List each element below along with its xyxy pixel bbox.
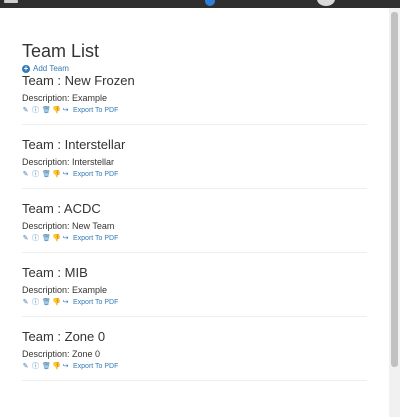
plus-circle-icon: +: [22, 63, 30, 73]
info-icon[interactable]: ⓘ: [32, 235, 39, 242]
team-actions: ✎ ⓘ 🗑 👎 ↪ Export To PDF: [22, 107, 367, 114]
pencil-icon[interactable]: ✎: [22, 107, 29, 114]
top-navbar: [0, 0, 400, 8]
share-icon[interactable]: ↪: [62, 299, 69, 306]
team-item: Team : Zone 0 Description: Zone 0 ✎ ⓘ 🗑 …: [22, 329, 367, 381]
page-title: Team List: [22, 41, 100, 61]
scrollbar-thumb[interactable]: [391, 12, 398, 367]
pencil-icon[interactable]: ✎: [22, 171, 29, 178]
info-icon[interactable]: ⓘ: [32, 171, 39, 178]
trash-icon[interactable]: 🗑: [42, 107, 51, 114]
share-icon[interactable]: ↪: [62, 363, 69, 370]
team-description: Description: Interstellar: [22, 157, 115, 167]
thumbs-down-icon[interactable]: 👎: [52, 107, 61, 114]
share-icon[interactable]: ↪: [62, 171, 69, 178]
team-name: Team : ACDC: [22, 201, 101, 216]
add-team-button[interactable]: + Add Team: [22, 64, 367, 73]
user-avatar-icon[interactable]: [317, 0, 335, 6]
pencil-icon[interactable]: ✎: [22, 235, 29, 242]
info-icon[interactable]: ⓘ: [32, 363, 39, 370]
thumbs-down-icon[interactable]: 👎: [52, 235, 61, 242]
thumbs-down-icon[interactable]: 👎: [52, 299, 61, 306]
team-description: Description: Example: [22, 285, 108, 295]
scrollbar[interactable]: [389, 8, 400, 417]
export-to-pdf-link[interactable]: Export To PDF: [73, 363, 118, 370]
info-icon[interactable]: ⓘ: [32, 299, 39, 306]
main-content: Team List + Add Team Team : New Frozen D…: [22, 40, 367, 393]
thumbs-down-icon[interactable]: 👎: [52, 363, 61, 370]
team-actions: ✎ ⓘ 🗑 👎 ↪ Export To PDF: [22, 299, 367, 306]
team-actions: ✎ ⓘ 🗑 👎 ↪ Export To PDF: [22, 171, 367, 178]
team-item: Team : ACDC Description: New Team ✎ ⓘ 🗑 …: [22, 201, 367, 253]
team-actions: ✎ ⓘ 🗑 👎 ↪ Export To PDF: [22, 235, 367, 242]
trash-icon[interactable]: 🗑: [42, 363, 51, 370]
share-icon[interactable]: ↪: [62, 107, 69, 114]
pencil-icon[interactable]: ✎: [22, 299, 29, 306]
team-name: Team : MIB: [22, 265, 88, 280]
trash-icon[interactable]: 🗑: [42, 171, 51, 178]
share-icon[interactable]: ↪: [62, 235, 69, 242]
app-icon[interactable]: [205, 0, 215, 6]
export-to-pdf-link[interactable]: Export To PDF: [73, 171, 118, 178]
hamburger-icon[interactable]: [4, 0, 18, 3]
export-to-pdf-link[interactable]: Export To PDF: [73, 107, 118, 114]
team-name: Team : Interstellar: [22, 137, 126, 152]
team-item: Team : MIB Description: Example ✎ ⓘ 🗑 👎 …: [22, 265, 367, 317]
trash-icon[interactable]: 🗑: [42, 299, 51, 306]
team-description: Description: New Team: [22, 221, 115, 231]
export-to-pdf-link[interactable]: Export To PDF: [73, 299, 118, 306]
pencil-icon[interactable]: ✎: [22, 363, 29, 370]
add-team-label: Add Team: [33, 64, 69, 73]
team-item: Team : New Frozen Description: Example ✎…: [22, 73, 367, 125]
thumbs-down-icon[interactable]: 👎: [52, 171, 61, 178]
trash-icon[interactable]: 🗑: [42, 235, 51, 242]
team-description: Description: Example: [22, 93, 108, 103]
export-to-pdf-link[interactable]: Export To PDF: [73, 235, 118, 242]
team-item: Team : Interstellar Description: Interst…: [22, 137, 367, 189]
team-actions: ✎ ⓘ 🗑 👎 ↪ Export To PDF: [22, 363, 367, 370]
team-description: Description: Zone 0: [22, 349, 101, 359]
info-icon[interactable]: ⓘ: [32, 107, 39, 114]
team-name: Team : Zone 0: [22, 329, 106, 344]
team-name: Team : New Frozen: [22, 73, 135, 88]
